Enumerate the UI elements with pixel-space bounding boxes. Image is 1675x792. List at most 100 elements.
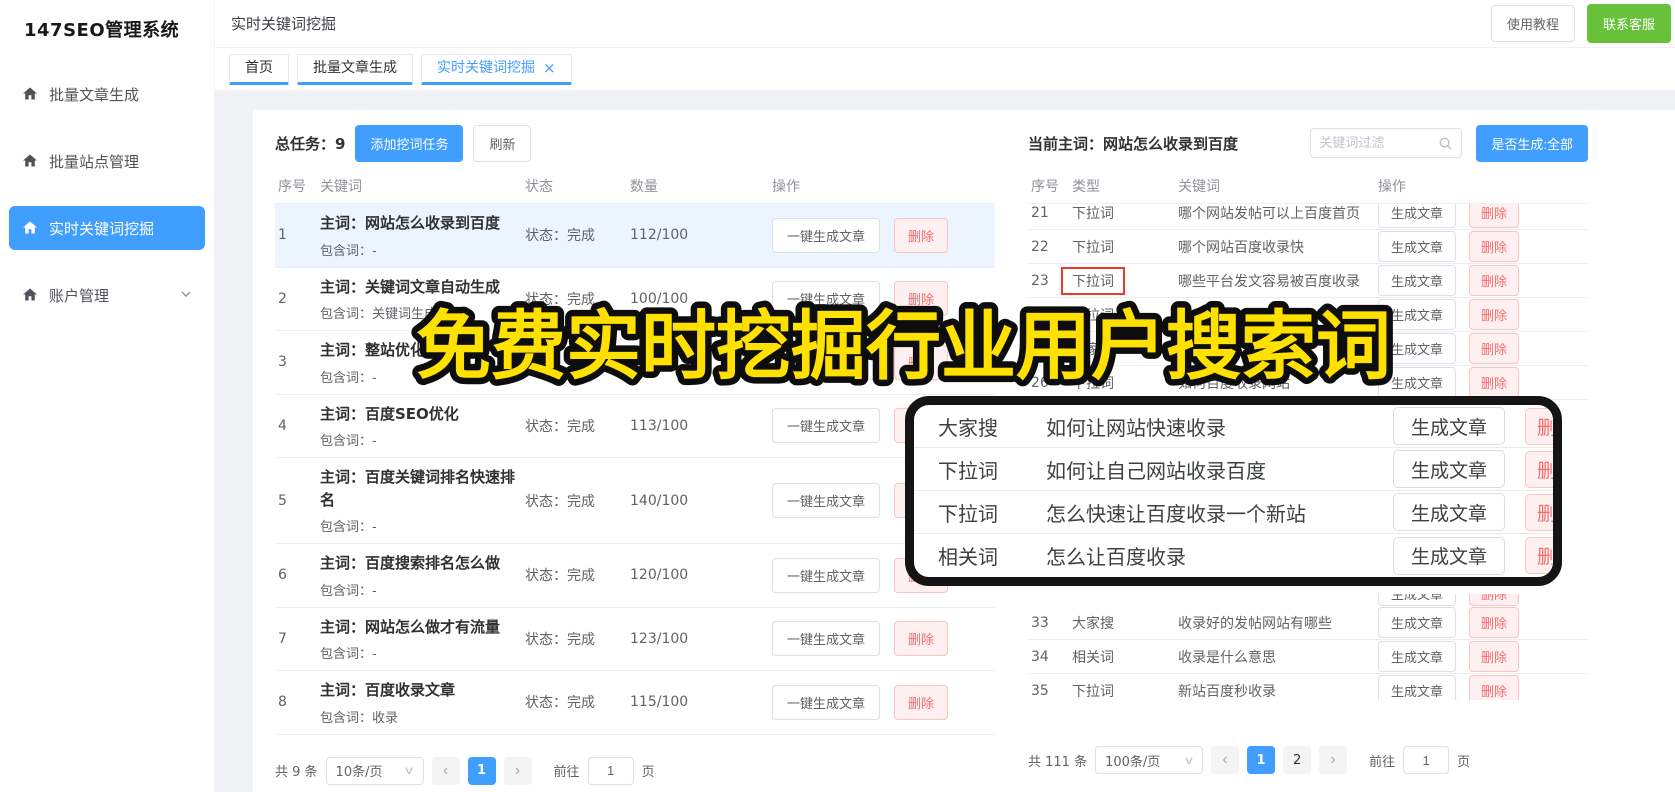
task-row[interactable]: 6 主词：百度搜索排名怎么做 包含词：- 状态：完成 120/100 一键生成文… <box>275 544 995 608</box>
tab[interactable]: 批量文章生成 × <box>297 53 413 85</box>
generate-article-button[interactable]: 生成文章 <box>1393 450 1505 488</box>
generate-filter-button[interactable]: 是否生成:全部 <box>1476 124 1588 162</box>
page-number-current[interactable]: 1 <box>467 756 496 785</box>
task-row[interactable]: 2 主词：关键词文章自动生成 包含词：关键词生成 状态：完成 100/100 一… <box>275 268 995 331</box>
sidebar-item[interactable]: 批量站点管理 <box>9 139 205 183</box>
delete-button[interactable]: 删除 <box>1469 265 1520 296</box>
task-row[interactable]: 8 主词：百度收录文章 包含词：收录 状态：完成 115/100 一键生成文章 … <box>275 671 995 735</box>
delete-button[interactable]: 删除 <box>1525 537 1553 574</box>
task-row[interactable]: 1 主词：网站怎么收录到百度 包含词：- 状态：完成 112/100 一键生成文… <box>275 204 995 268</box>
task-qty: 113/100 <box>630 417 689 434</box>
keyword-filter-input[interactable] <box>1319 135 1433 151</box>
next-page-button[interactable]: › <box>503 756 532 785</box>
keyword-row[interactable]: 34 相关词 收录是什么意思 生成文章 删除 <box>1028 640 1588 674</box>
keyword-row[interactable]: 23 下拉词 哪些平台发文容易被百度收录 生成文章 删除 <box>1028 264 1588 298</box>
sidebar-item[interactable]: 账户管理 <box>9 273 205 317</box>
keyword-row[interactable]: 35 下拉词 新站百度秒收录 生成文章 删除 <box>1028 674 1588 700</box>
generate-article-button[interactable]: 一键生成文章 <box>772 684 881 720</box>
delete-button[interactable]: 删除 <box>1469 675 1520 700</box>
generate-article-button[interactable]: 生成文章 <box>1378 265 1457 296</box>
generate-article-button[interactable]: 一键生成文章 <box>772 281 881 317</box>
page-number-current[interactable]: 1 <box>1247 746 1276 774</box>
sidebar-item[interactable]: 实时关键词挖掘 <box>9 206 205 250</box>
tab[interactable]: 首页 × <box>229 53 289 85</box>
delete-button[interactable]: 删除 <box>1469 367 1520 398</box>
keyword-row[interactable]: 26 下拉词 如何百度收录网站 生成文章 删除 <box>1028 366 1588 400</box>
refresh-button[interactable]: 刷新 <box>473 124 532 162</box>
tab[interactable]: 实时关键词挖掘 × <box>421 53 572 85</box>
prev-page-button[interactable]: ‹ <box>1211 746 1240 774</box>
task-row[interactable]: 4 主词：百度SEO优化 包含词：- 状态：完成 113/100 一键生成文章 … <box>275 395 995 458</box>
generate-article-button[interactable]: 生成文章 <box>1378 299 1457 330</box>
page-size-select[interactable]: 100条/页 ∨ <box>1095 746 1204 774</box>
delete-button[interactable]: 删除 <box>1469 333 1520 364</box>
prev-page-button[interactable]: ‹ <box>431 756 460 785</box>
column-actions: 操作 <box>772 178 800 195</box>
generate-article-button[interactable]: 生成文章 <box>1378 333 1457 364</box>
tab-label: 批量文章生成 <box>313 60 397 76</box>
keyword-type: 下拉词 <box>1072 307 1114 324</box>
generate-article-button[interactable]: 生成文章 <box>1378 594 1457 606</box>
keyword-row[interactable]: 33 大家搜 收录好的发帖网站有哪些 生成文章 删除 <box>1028 606 1588 640</box>
keyword-type: 下拉词 <box>1072 205 1114 222</box>
goto-page-input[interactable] <box>587 756 634 785</box>
delete-button[interactable]: 删除 <box>1469 594 1520 606</box>
generate-article-button[interactable]: 生成文章 <box>1378 641 1457 672</box>
delete-button[interactable]: 删除 <box>1469 641 1520 672</box>
delete-button[interactable]: 删除 <box>1525 451 1553 488</box>
delete-button[interactable]: 删除 <box>894 621 949 657</box>
generate-article-button[interactable]: 生成文章 <box>1393 493 1505 531</box>
keyword-row[interactable]: 22 下拉词 哪个网站百度收录快 生成文章 删除 <box>1028 230 1588 264</box>
tasks-table-body: 1 主词：网站怎么收录到百度 包含词：- 状态：完成 112/100 一键生成文… <box>275 204 995 735</box>
delete-button[interactable]: 删除 <box>1469 607 1520 638</box>
delete-button[interactable]: 删除 <box>1469 204 1520 228</box>
generate-article-button[interactable]: 生成文章 <box>1378 607 1457 638</box>
generate-article-button[interactable]: 生成文章 <box>1393 407 1505 445</box>
delete-button[interactable]: 删除 <box>1525 494 1553 531</box>
sidebar-menu: 批量文章生成 批量站点管理 实时关键词挖掘 账户管理 <box>0 72 214 317</box>
column-no: 序号 <box>278 178 306 195</box>
keyword-text: 怎么快速让百度收录一个新站 <box>1046 501 1306 526</box>
delete-button[interactable]: 删除 <box>1525 408 1553 445</box>
generate-article-button[interactable]: 一键生成文章 <box>772 217 881 253</box>
generate-article-button[interactable]: 一键生成文章 <box>772 344 881 380</box>
generate-article-button[interactable]: 一键生成文章 <box>772 557 881 593</box>
task-row[interactable]: 3 主词：整站优化 包含词：- 状态：完成 一键生成文章 删除 <box>275 331 995 395</box>
keyword-text: 收录好的发帖网站有哪些 <box>1178 615 1332 632</box>
sidebar-item[interactable]: 批量文章生成 <box>9 72 205 116</box>
generate-article-button[interactable]: 生成文章 <box>1378 231 1457 262</box>
task-row[interactable]: 7 主词：网站怎么做才有流量 包含词：- 状态：完成 123/100 一键生成文… <box>275 608 995 671</box>
delete-button[interactable]: 删除 <box>894 684 949 720</box>
generate-article-button[interactable]: 生成文章 <box>1378 367 1457 398</box>
tutorial-button[interactable]: 使用教程 <box>1490 5 1575 42</box>
add-task-button[interactable]: 添加挖词任务 <box>355 124 464 162</box>
keyword-text: 怎么让百度收录 <box>1046 545 1186 569</box>
keyword-text: 如何让网站快速收录 <box>1046 415 1226 440</box>
sidebar-item-label: 账户管理 <box>49 286 110 305</box>
close-icon[interactable]: × <box>543 55 556 81</box>
generate-article-button[interactable]: 一键生成文章 <box>772 408 881 444</box>
task-status: 状态：完成 <box>525 568 595 585</box>
task-qty: 112/100 <box>630 227 689 244</box>
page-size-select[interactable]: 10条/页 ∨ <box>325 756 424 785</box>
generate-article-button[interactable]: 生成文章 <box>1378 204 1457 228</box>
next-page-button[interactable]: › <box>1319 746 1348 774</box>
delete-button[interactable]: 删除 <box>1469 299 1520 330</box>
keyword-row[interactable]: 25 大家搜 生成文章 删除 <box>1028 332 1588 366</box>
keyword-row[interactable]: 24 下拉词 生成文章 删除 <box>1028 298 1588 332</box>
task-row[interactable]: 5 主词：百度关键词排名快速排名 包含词：- 状态：完成 140/100 一键生… <box>275 458 995 544</box>
generate-article-button[interactable]: 一键生成文章 <box>772 621 881 657</box>
goto-page-input[interactable] <box>1403 746 1450 774</box>
page-number[interactable]: 2 <box>1283 746 1312 774</box>
keyword-row[interactable]: 21 下拉词 哪个网站发帖可以上百度首页 生成文章 删除 <box>1028 204 1588 230</box>
delete-button[interactable]: 删除 <box>1469 231 1520 262</box>
generate-article-button[interactable]: 生成文章 <box>1378 675 1457 700</box>
delete-button[interactable]: 删除 <box>894 217 949 253</box>
generate-article-button[interactable]: 一键生成文章 <box>772 483 881 518</box>
delete-button[interactable]: 删除 <box>894 344 949 380</box>
contact-support-button[interactable]: 联系客服 <box>1586 4 1671 43</box>
generate-article-button[interactable]: 生成文章 <box>1393 536 1505 575</box>
page-title: 实时关键词挖掘 <box>231 15 337 33</box>
task-main-word: 主词：百度关键词排名快速排名 <box>320 468 516 509</box>
delete-button[interactable]: 删除 <box>894 281 949 317</box>
